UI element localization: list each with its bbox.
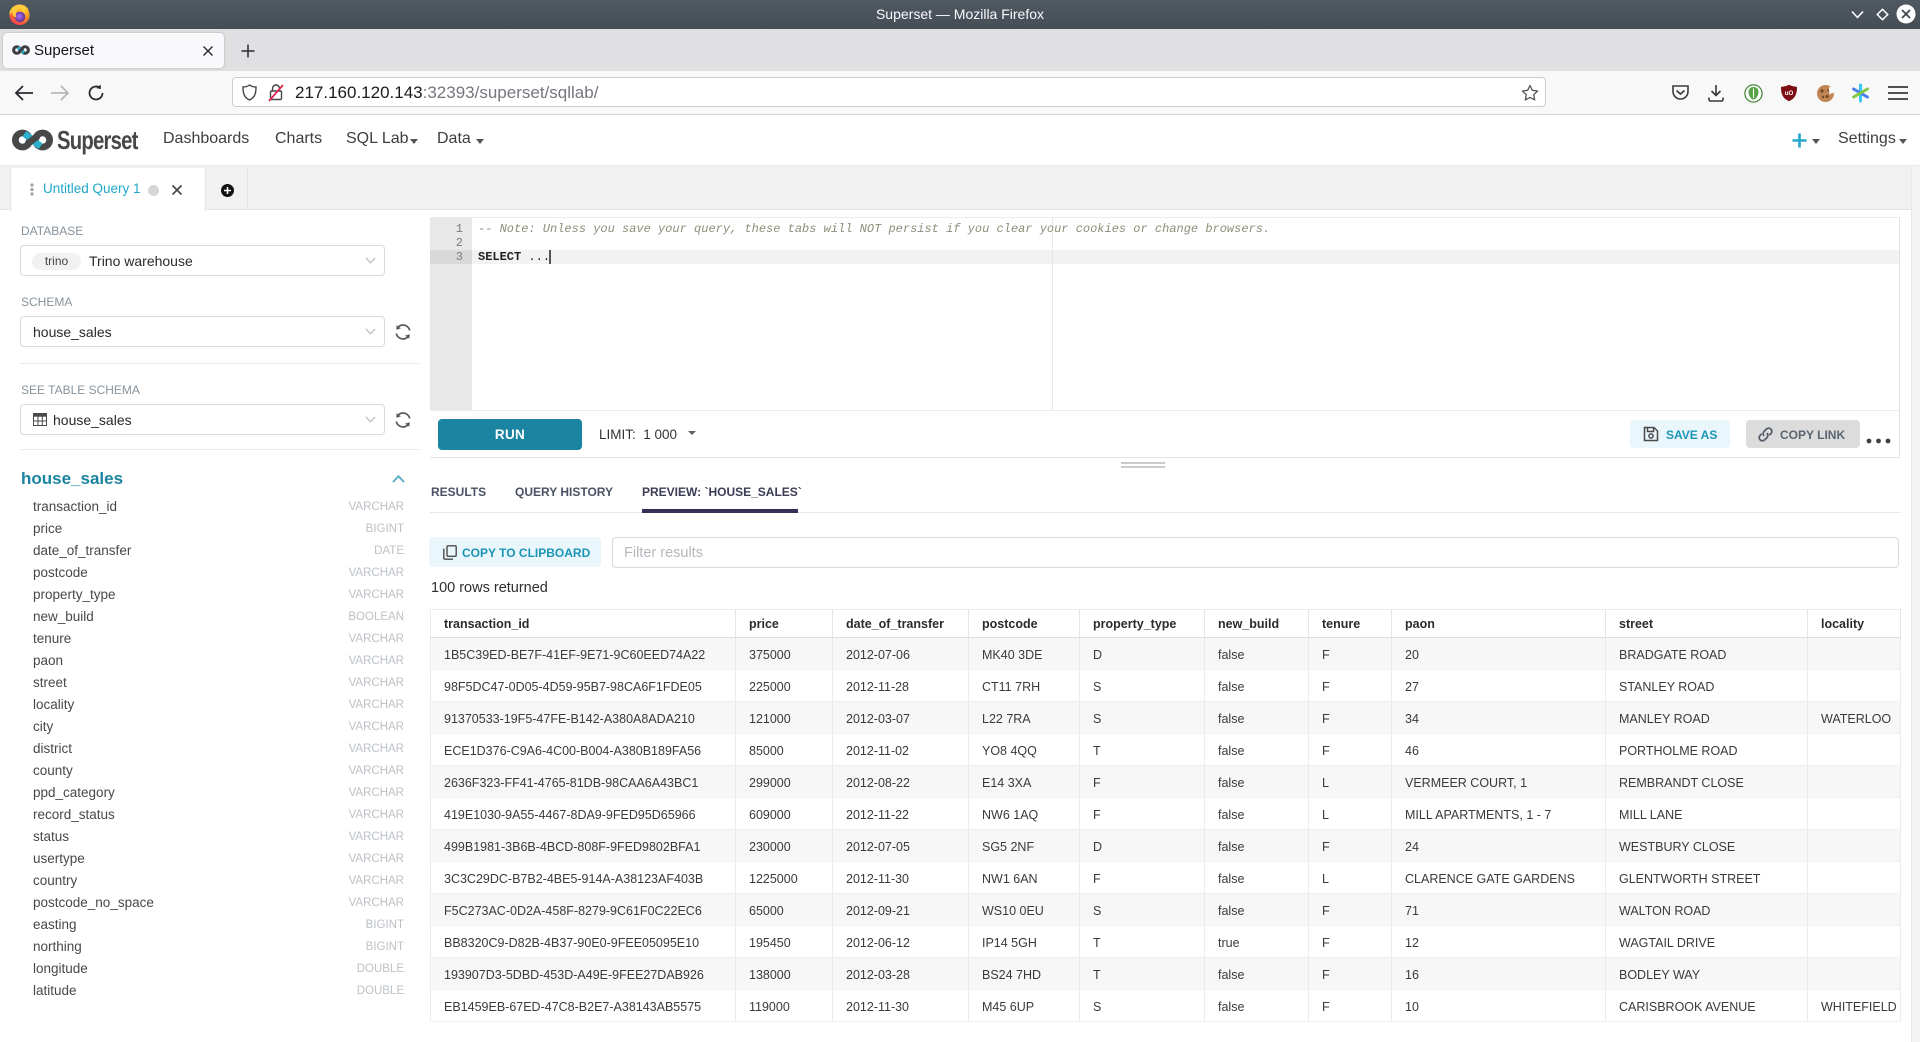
svg-text:uO: uO bbox=[1785, 90, 1794, 97]
